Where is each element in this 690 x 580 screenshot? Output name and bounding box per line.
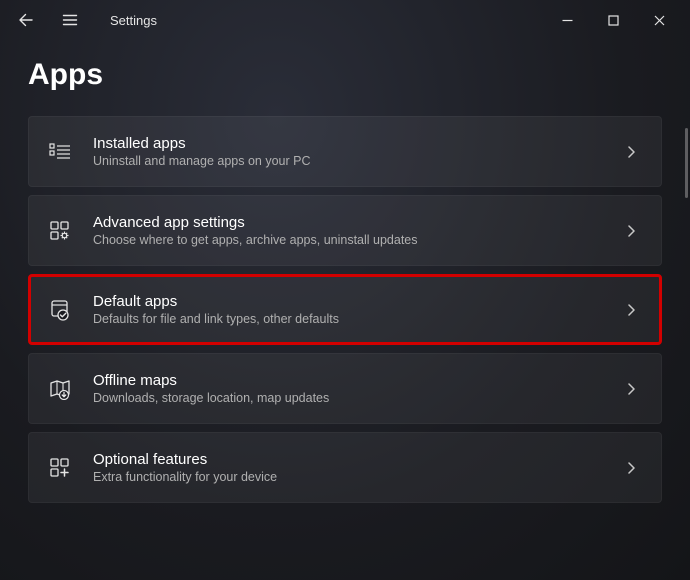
settings-item-installed-apps[interactable]: Installed apps Uninstall and manage apps…	[28, 116, 662, 187]
settings-item-advanced-app-settings[interactable]: Advanced app settings Choose where to ge…	[28, 195, 662, 266]
scrollbar-thumb[interactable]	[685, 128, 688, 198]
item-text: Optional features Extra functionality fo…	[93, 451, 599, 484]
item-text: Installed apps Uninstall and manage apps…	[93, 135, 599, 168]
chevron-right-icon	[621, 221, 641, 241]
item-text: Advanced app settings Choose where to ge…	[93, 214, 599, 247]
chevron-right-icon	[621, 300, 641, 320]
advanced-app-settings-icon	[49, 220, 71, 242]
item-subtitle: Extra functionality for your device	[93, 470, 599, 484]
item-title: Offline maps	[93, 372, 599, 389]
default-apps-icon	[49, 299, 71, 321]
app-title: Settings	[110, 13, 157, 28]
item-subtitle: Choose where to get apps, archive apps, …	[93, 233, 599, 247]
item-title: Optional features	[93, 451, 599, 468]
item-text: Default apps Defaults for file and link …	[93, 293, 599, 326]
installed-apps-icon	[49, 141, 71, 163]
item-title: Installed apps	[93, 135, 599, 152]
page-title: Apps	[28, 58, 662, 92]
item-title: Default apps	[93, 293, 599, 310]
settings-item-optional-features[interactable]: Optional features Extra functionality fo…	[28, 432, 662, 503]
maximize-icon	[608, 15, 619, 26]
minimize-icon	[562, 15, 573, 26]
item-subtitle: Defaults for file and link types, other …	[93, 312, 599, 326]
page-header: Apps	[0, 40, 690, 116]
hamburger-icon	[62, 12, 78, 28]
close-icon	[654, 15, 665, 26]
close-button[interactable]	[636, 4, 682, 36]
back-arrow-icon	[18, 12, 34, 28]
item-subtitle: Downloads, storage location, map updates	[93, 391, 599, 405]
chevron-right-icon	[621, 142, 641, 162]
settings-item-offline-maps[interactable]: Offline maps Downloads, storage location…	[28, 353, 662, 424]
optional-features-icon	[49, 457, 71, 479]
chevron-right-icon	[621, 379, 641, 399]
chevron-right-icon	[621, 458, 641, 478]
window-controls	[544, 4, 682, 36]
item-subtitle: Uninstall and manage apps on your PC	[93, 154, 599, 168]
titlebar: Settings	[0, 0, 690, 40]
item-text: Offline maps Downloads, storage location…	[93, 372, 599, 405]
back-button[interactable]	[8, 2, 44, 38]
offline-maps-icon	[49, 378, 71, 400]
minimize-button[interactable]	[544, 4, 590, 36]
item-title: Advanced app settings	[93, 214, 599, 231]
hamburger-menu-button[interactable]	[52, 2, 88, 38]
settings-list: Installed apps Uninstall and manage apps…	[0, 116, 690, 507]
maximize-button[interactable]	[590, 4, 636, 36]
settings-item-default-apps[interactable]: Default apps Defaults for file and link …	[28, 274, 662, 345]
titlebar-left: Settings	[8, 2, 157, 38]
